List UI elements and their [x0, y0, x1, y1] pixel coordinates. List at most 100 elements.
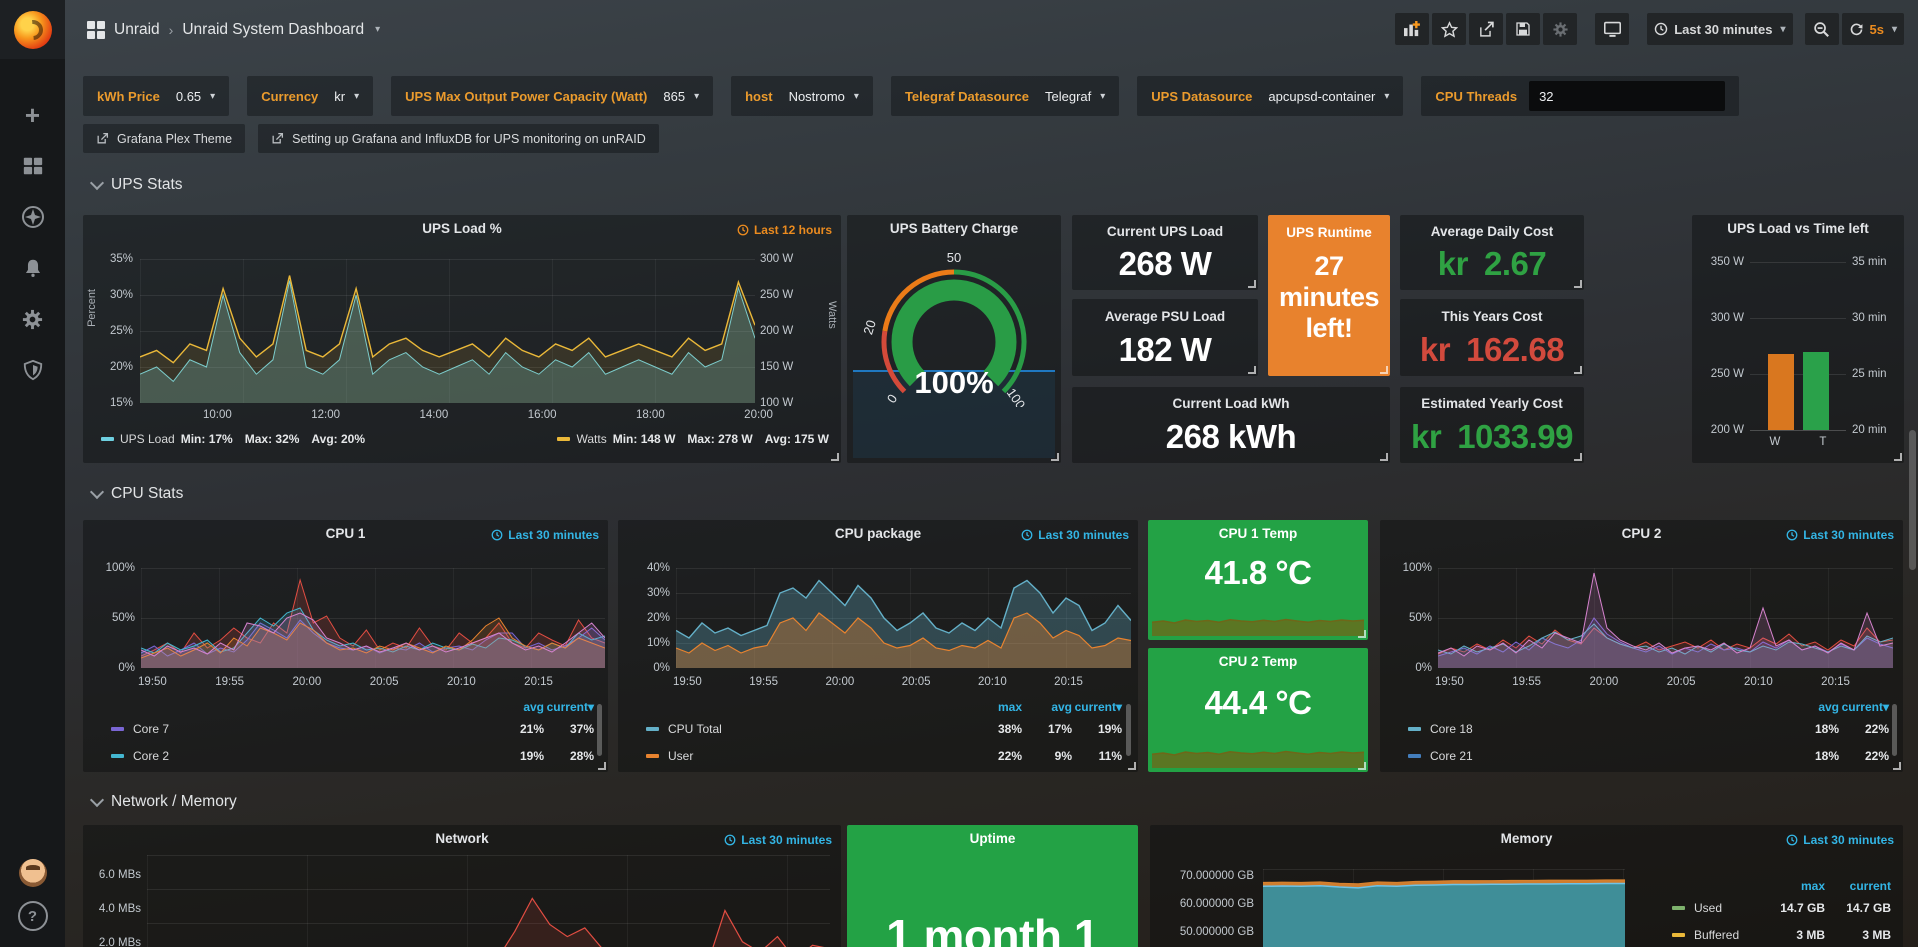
legend-header-max[interactable]: max — [972, 700, 1022, 714]
cpu-threads-input[interactable] — [1529, 81, 1725, 111]
legend-series-name[interactable]: Used — [1672, 901, 1763, 915]
share-dashboard-button[interactable] — [1469, 13, 1503, 45]
panel-cpu-1-temp: CPU 1 Temp 41.8 °C — [1148, 520, 1368, 640]
panel-title[interactable]: This Years Cost — [1400, 309, 1584, 324]
panel-cpu-1: CPU 1 Last 30 minutes 100%50%0% 19:5019:… — [83, 520, 608, 772]
legend-series-name[interactable]: UPS Load — [120, 432, 175, 446]
section-ups-stats[interactable]: UPS Stats — [92, 176, 183, 194]
x-tick: 19:50 — [673, 676, 702, 688]
legend-header-avg[interactable]: avg — [1789, 700, 1839, 714]
legend-header-avg[interactable]: avg — [1022, 700, 1072, 714]
network-chart[interactable] — [147, 855, 830, 947]
tv-kiosk-mode-button[interactable] — [1595, 13, 1629, 45]
legend-series-name[interactable]: User — [646, 749, 972, 763]
legend-row: Used 14.7 GB 14.7 GB — [1672, 894, 1891, 921]
section-cpu-stats[interactable]: CPU Stats — [92, 485, 183, 503]
panel-title[interactable]: CPU 1 Temp — [1148, 526, 1368, 541]
panel-title[interactable]: UPS Battery Charge — [847, 221, 1061, 236]
panel-title[interactable]: Average Daily Cost — [1400, 224, 1584, 239]
legend-current: 37% — [544, 722, 594, 736]
user-avatar[interactable] — [19, 859, 47, 887]
save-dashboard-button[interactable] — [1506, 13, 1540, 45]
panel-title[interactable]: UPS Load % — [83, 221, 841, 236]
star-dashboard-button[interactable] — [1432, 13, 1466, 45]
panel-title[interactable]: Current UPS Load — [1072, 224, 1258, 239]
legend-series-name[interactable]: Buffered — [1672, 928, 1763, 942]
variable-value-dropdown[interactable]: apcupsd-container▾ — [1268, 89, 1389, 104]
add-panel-button[interactable] — [1395, 13, 1429, 45]
legend-series-name[interactable]: Core 7 — [111, 722, 494, 736]
dashboard-settings-button[interactable] — [1543, 13, 1577, 45]
scrollbar-thumb[interactable] — [1909, 430, 1916, 570]
legend-series-name[interactable]: CPU Total — [646, 722, 972, 736]
dashboards-icon[interactable] — [21, 154, 45, 178]
legend-watts[interactable]: Watts Min: 148 WMax: 278 WAvg: 175 W — [557, 432, 829, 446]
panel-title[interactable]: UPS Runtime — [1268, 225, 1390, 240]
legend-header-current[interactable]: current — [1825, 879, 1891, 893]
panel-title[interactable]: Uptime — [847, 831, 1138, 846]
y-tick: 30% — [97, 288, 133, 302]
breadcrumb-caret-icon[interactable]: ▾ — [375, 24, 380, 35]
variable-value-dropdown[interactable]: Nostromo▾ — [789, 89, 859, 104]
variable-value-dropdown[interactable]: Telegraf▾ — [1045, 89, 1105, 104]
stat-value: kr1033.99 — [1400, 418, 1584, 456]
time-override-label[interactable]: Last 12 hours — [737, 223, 832, 237]
breadcrumb-root[interactable]: Unraid — [114, 21, 160, 39]
memory-chart[interactable] — [1263, 869, 1625, 947]
variable-value-dropdown[interactable]: 0.65▾ — [176, 89, 215, 104]
legend-ups-load[interactable]: UPS Load Min: 17%Max: 32%Avg: 20% — [101, 432, 365, 446]
legend-header-current[interactable]: current▾ — [1839, 700, 1889, 714]
legend-header-max[interactable]: max — [1763, 879, 1825, 893]
time-range-picker[interactable]: Last 30 minutes ▾ — [1647, 13, 1792, 45]
legend-header-avg[interactable]: avg — [494, 700, 544, 714]
ups-bar-chart[interactable] — [1750, 262, 1846, 431]
panel-title[interactable]: Estimated Yearly Cost — [1400, 396, 1584, 411]
breadcrumb-current[interactable]: Unraid System Dashboard — [182, 21, 364, 39]
time-override-label[interactable]: Last 30 minutes — [1021, 528, 1129, 542]
time-override-label[interactable]: Last 30 minutes — [1786, 833, 1894, 847]
grafana-logo[interactable] — [0, 0, 65, 59]
time-override-label[interactable]: Last 30 minutes — [1786, 528, 1894, 542]
cpu-package-chart[interactable] — [676, 568, 1131, 668]
time-override-label[interactable]: Last 30 minutes — [491, 528, 599, 542]
configuration-gear-icon[interactable] — [21, 307, 45, 331]
zoom-out-time-button[interactable] — [1805, 13, 1839, 45]
page-scrollbar[interactable] — [1909, 0, 1916, 947]
server-admin-shield-icon[interactable] — [21, 358, 45, 382]
y-tick: 10% — [632, 636, 670, 650]
help-icon[interactable]: ? — [18, 901, 48, 931]
panel-title[interactable]: Current Load kWh — [1072, 396, 1390, 411]
link-grafana-plex-theme[interactable]: Grafana Plex Theme — [83, 124, 245, 153]
link-ups-monitoring-guide[interactable]: Setting up Grafana and InfluxDB for UPS … — [258, 124, 659, 153]
bar-label: W — [1770, 436, 1781, 448]
panel-title[interactable]: Average PSU Load — [1072, 309, 1258, 324]
section-network-memory[interactable]: Network / Memory — [92, 793, 237, 811]
variable-value-dropdown[interactable]: 865▾ — [663, 89, 699, 104]
legend-series-name[interactable]: Core 18 — [1408, 722, 1789, 736]
create-icon[interactable]: + — [21, 103, 45, 127]
panel-title[interactable]: CPU 2 Temp — [1148, 654, 1368, 669]
x-tick: 16:00 — [528, 409, 557, 421]
ups-load-chart[interactable] — [140, 259, 755, 403]
legend-header-current[interactable]: current▾ — [544, 700, 594, 714]
legend-scrollbar[interactable] — [597, 704, 602, 756]
legend-scrollbar[interactable] — [1892, 704, 1897, 756]
cpu1-chart[interactable] — [141, 568, 605, 668]
refresh-picker[interactable]: 5s ▾ — [1842, 13, 1905, 45]
legend-series-name[interactable]: Core 2 — [111, 749, 494, 763]
legend-header-current[interactable]: current▾ — [1072, 700, 1122, 714]
explore-compass-icon[interactable] — [21, 205, 45, 229]
cpu2-chart[interactable] — [1438, 568, 1893, 668]
time-range-caret-icon: ▾ — [1780, 24, 1785, 35]
gauge-tick-20: 20 — [860, 318, 879, 336]
panel-current-ups-load: Current UPS Load 268 W — [1072, 215, 1258, 290]
legend-scrollbar[interactable] — [1126, 704, 1131, 756]
alerting-bell-icon[interactable] — [21, 256, 45, 280]
dashboard-grid-icon[interactable] — [87, 21, 105, 39]
time-override-label[interactable]: Last 30 minutes — [724, 833, 832, 847]
variable-value-dropdown[interactable]: kr▾ — [334, 89, 359, 104]
panel-title[interactable]: UPS Load vs Time left — [1692, 221, 1904, 236]
legend-series-name[interactable]: Watts — [576, 432, 606, 446]
y-tick: 0% — [632, 661, 670, 675]
legend-series-name[interactable]: Core 21 — [1408, 749, 1789, 763]
